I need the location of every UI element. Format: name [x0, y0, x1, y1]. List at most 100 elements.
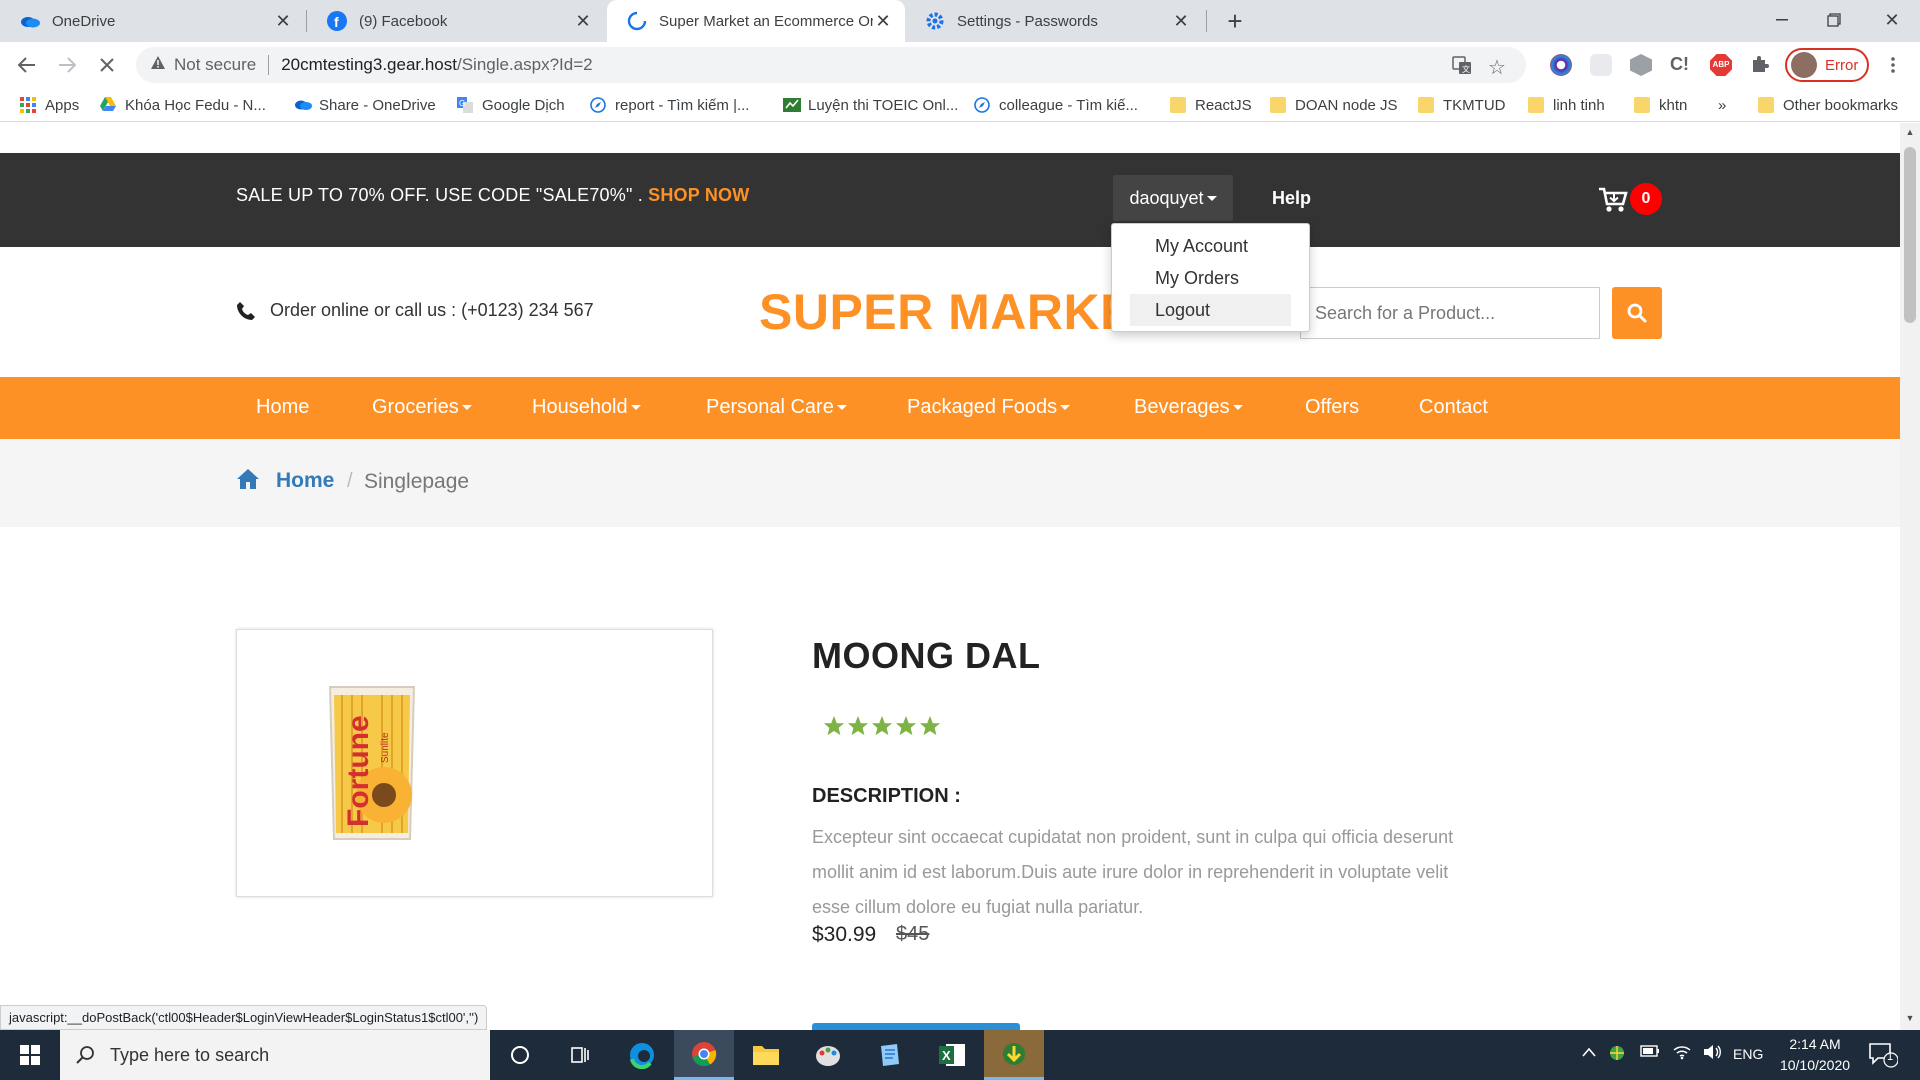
user-dropdown-menu: My Account My Orders Logout: [1111, 223, 1310, 332]
nav-beverages[interactable]: Beverages: [1134, 396, 1243, 419]
warning-triangle-icon[interactable]: [150, 55, 166, 75]
cortana-icon[interactable]: [490, 1030, 550, 1080]
stop-loading-icon[interactable]: [90, 48, 124, 82]
bookmark-khoa-hoc-fedu[interactable]: Khóa Học Fedu - N...: [100, 94, 266, 116]
promo-text: SALE UP TO 70% OFF. USE CODE "SALE70%" .…: [236, 185, 749, 206]
page-scrollbar[interactable]: ▲ ▼: [1900, 123, 1920, 1030]
more-bookmarks-chevron[interactable]: »: [1718, 94, 1726, 116]
tab-title: Settings - Passwords: [957, 12, 1098, 30]
bookmark-folder-reactjs[interactable]: ReactJS: [1170, 94, 1252, 116]
bookmark-google-dich[interactable]: G Google Dịch: [457, 94, 565, 116]
folder-icon: [1634, 97, 1650, 113]
apps-grid-icon: [20, 97, 36, 113]
adblock-plus-icon[interactable]: ABP: [1710, 54, 1732, 76]
nav-offers[interactable]: Offers: [1305, 396, 1359, 419]
language-indicator[interactable]: ENG: [1733, 1046, 1763, 1062]
product-image[interactable]: Fortune Sunlite: [322, 683, 422, 843]
tab-onedrive[interactable]: OneDrive ✕: [0, 0, 305, 42]
excel-icon[interactable]: X: [922, 1030, 982, 1080]
tab-settings-passwords[interactable]: Settings - Passwords ✕: [905, 0, 1203, 42]
bookmark-folder-linh-tinh[interactable]: linh tinh: [1528, 94, 1605, 116]
tab-super-market[interactable]: Super Market an Ecommerce Onl ✕: [607, 0, 905, 42]
bookmark-apps[interactable]: Apps: [20, 94, 79, 116]
promo-bar: SALE UP TO 70% OFF. USE CODE "SALE70%" .…: [0, 153, 1900, 247]
nav-household[interactable]: Household: [532, 396, 641, 419]
svg-text:文: 文: [1462, 64, 1470, 74]
close-icon[interactable]: ✕: [873, 11, 893, 32]
nav-home[interactable]: Home: [256, 396, 309, 419]
clock-time[interactable]: 2:14 AM: [1770, 1036, 1860, 1052]
nav-personal-care[interactable]: Personal Care: [706, 396, 847, 419]
bookmark-label: DOAN node JS: [1295, 96, 1398, 114]
bookmark-toeic[interactable]: Luyện thi TOEIC Onl...: [783, 94, 958, 116]
close-window-icon[interactable]: ✕: [1864, 0, 1920, 40]
color-picker-extension-icon[interactable]: [1550, 54, 1572, 76]
menu-item-logout[interactable]: Logout: [1130, 294, 1291, 326]
paint-icon[interactable]: [798, 1030, 858, 1080]
chrome-icon[interactable]: [674, 1030, 734, 1080]
nav-contact[interactable]: Contact: [1419, 396, 1488, 419]
notepad-icon[interactable]: [860, 1030, 920, 1080]
shop-now-link[interactable]: SHOP NOW: [648, 185, 749, 205]
restore-icon[interactable]: [1806, 0, 1862, 40]
nav-label: Offers: [1305, 396, 1360, 418]
close-icon[interactable]: ✕: [273, 11, 293, 32]
address-bar[interactable]: Not secure 20cmtesting3.gear.host/Single…: [136, 47, 1526, 83]
nav-groceries[interactable]: Groceries: [372, 396, 472, 419]
phone-icon: [237, 301, 255, 320]
internet-download-manager-icon[interactable]: [984, 1030, 1044, 1080]
task-view-icon[interactable]: [550, 1030, 610, 1080]
not-secure-label[interactable]: Not secure: [174, 55, 256, 75]
network-globe-icon[interactable]: [1608, 1044, 1626, 1067]
more-menu-icon[interactable]: [1876, 48, 1910, 82]
edge-icon[interactable]: [612, 1030, 672, 1080]
bookmark-share-onedrive[interactable]: Share - OneDrive: [294, 94, 436, 116]
home-icon[interactable]: [236, 468, 260, 495]
translate-icon[interactable]: 文: [1452, 55, 1472, 81]
file-explorer-icon[interactable]: [736, 1030, 796, 1080]
help-link[interactable]: Help: [1272, 188, 1311, 209]
taskbar-search-box[interactable]: Type here to search: [60, 1030, 490, 1080]
extensions-puzzle-icon[interactable]: [1750, 54, 1772, 76]
site-logo[interactable]: SUPER MARKET: [759, 283, 1165, 341]
chevron-up-icon[interactable]: [1582, 1044, 1596, 1062]
product-search-input[interactable]: [1300, 287, 1600, 339]
notification-center-icon[interactable]: 1: [1868, 1042, 1899, 1073]
new-tab-button[interactable]: +: [1220, 6, 1250, 36]
search-button[interactable]: [1612, 287, 1662, 339]
bookmark-folder-doan-node-js[interactable]: DOAN node JS: [1270, 94, 1398, 116]
menu-item-my-account[interactable]: My Account: [1112, 230, 1309, 262]
compass-icon: [590, 97, 606, 113]
wifi-icon[interactable]: [1672, 1044, 1692, 1065]
breadcrumb-home-link[interactable]: Home: [276, 469, 334, 493]
bookmark-report[interactable]: report - Tìm kiếm |...: [590, 94, 749, 116]
bookmark-star-icon[interactable]: ☆: [1488, 55, 1506, 80]
code-extension-icon[interactable]: C!: [1670, 54, 1692, 76]
cube-extension-icon[interactable]: [1630, 54, 1652, 76]
forward-arrow-icon[interactable]: [50, 48, 84, 82]
back-arrow-icon[interactable]: [10, 48, 44, 82]
profile-error-button[interactable]: Error: [1785, 48, 1869, 82]
scroll-up-arrow-icon[interactable]: ▲: [1904, 127, 1916, 139]
volume-icon[interactable]: [1702, 1044, 1722, 1065]
bookmark-folder-tkmtud[interactable]: TKMTUD: [1418, 94, 1506, 116]
cart-button[interactable]: 0: [1598, 183, 1668, 217]
nav-packaged-foods[interactable]: Packaged Foods: [907, 396, 1071, 419]
scroll-down-arrow-icon[interactable]: ▼: [1904, 1013, 1916, 1025]
battery-icon[interactable]: [1640, 1044, 1660, 1063]
extension-blank-icon[interactable]: [1590, 54, 1612, 76]
user-dropdown-toggle[interactable]: daoquyet: [1113, 175, 1233, 221]
close-icon[interactable]: ✕: [573, 11, 593, 32]
clock-date[interactable]: 10/10/2020: [1770, 1057, 1860, 1073]
close-icon[interactable]: ✕: [1171, 11, 1191, 32]
scrollbar-thumb[interactable]: [1904, 147, 1916, 323]
start-button[interactable]: [0, 1030, 60, 1080]
bookmark-colleague[interactable]: colleague - Tìm kiế...: [974, 94, 1138, 116]
minimize-icon[interactable]: [1754, 0, 1810, 40]
bookmark-label: Other bookmarks: [1783, 96, 1899, 114]
bookmark-other-bookmarks[interactable]: Other bookmarks: [1758, 94, 1898, 116]
tab-facebook[interactable]: f (9) Facebook ✕: [307, 0, 605, 42]
add-to-cart-button[interactable]: [812, 1023, 1020, 1030]
bookmark-folder-khtn[interactable]: khtn: [1634, 94, 1687, 116]
menu-item-my-orders[interactable]: My Orders: [1112, 262, 1309, 294]
